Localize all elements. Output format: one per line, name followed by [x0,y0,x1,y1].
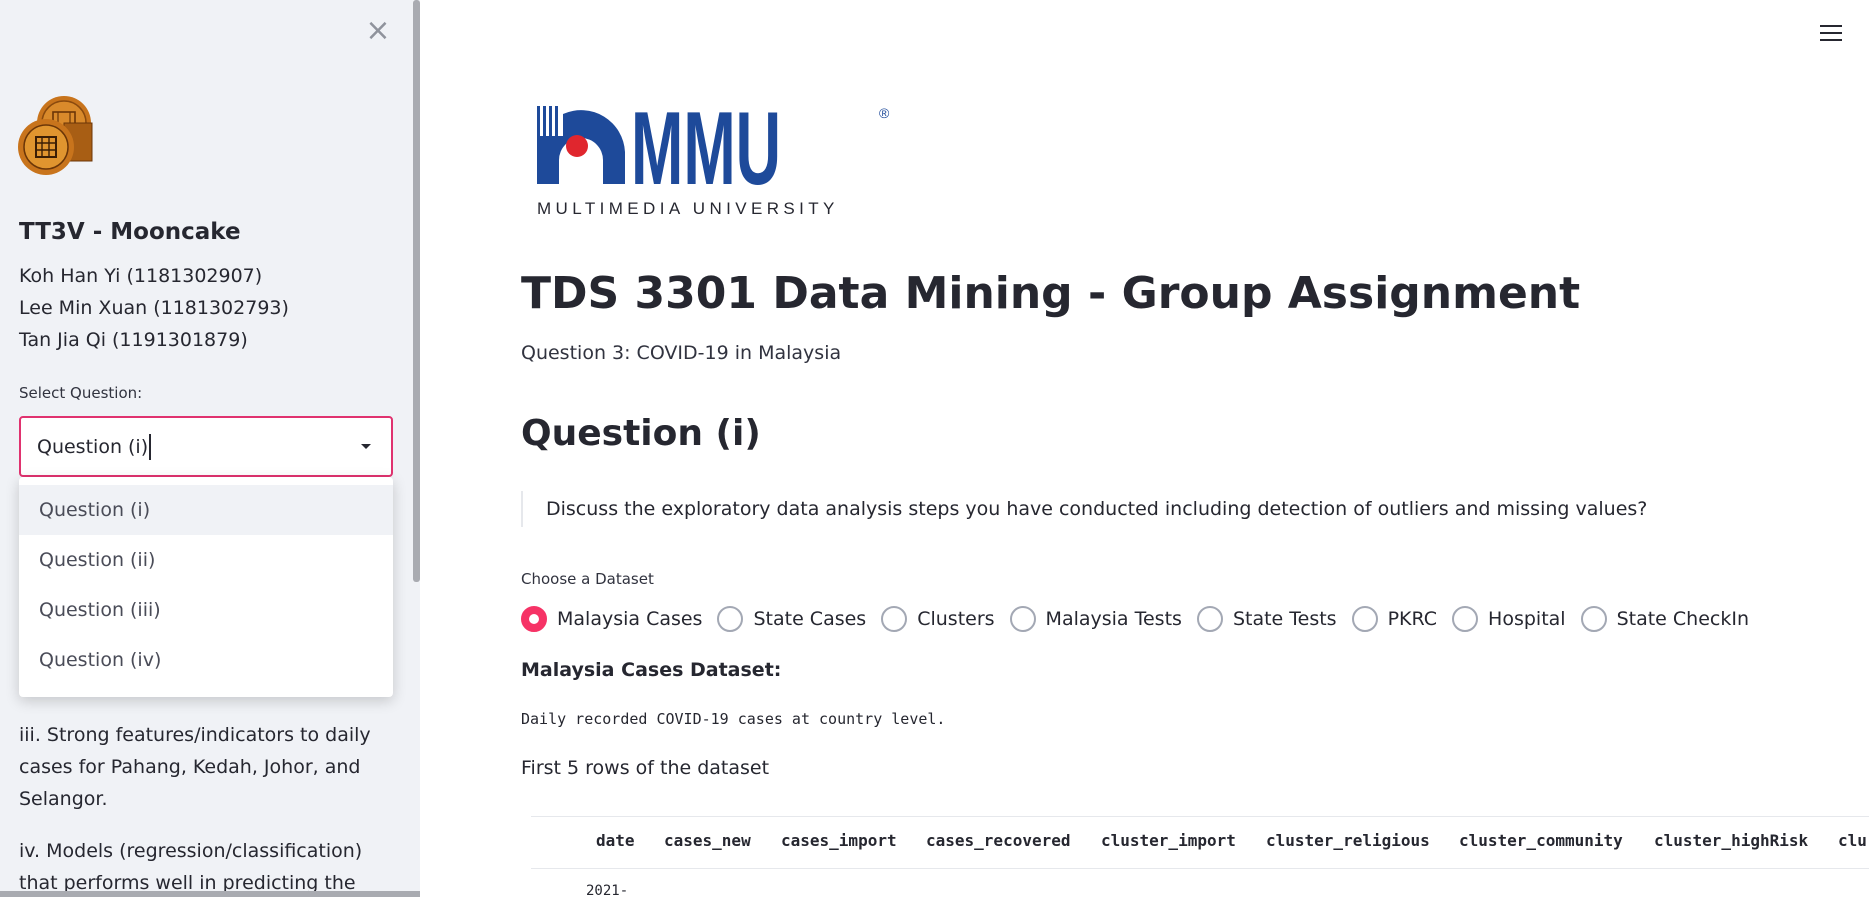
question-select[interactable]: Question (i) [19,416,393,477]
university-name: MULTIMEDIA UNIVERSITY [537,199,839,218]
radio-unchecked-icon[interactable] [1351,606,1378,632]
dataset-title: Malaysia Cases Dataset: [521,659,782,681]
member-1: Koh Han Yi (1181302907) [19,265,263,287]
select-question-label: Select Question: [19,384,143,402]
page-subtitle: Question 3: COVID-19 in Malaysia [521,342,842,364]
radio-clusters[interactable]: Clusters [881,606,995,632]
radio-label: State Cases [753,608,867,630]
radio-unchecked-icon[interactable] [1452,606,1479,632]
column-header: cluster_religious [1266,831,1430,850]
option-question-iii[interactable]: Question (iii) [19,585,393,635]
column-header: cluster_import [1101,831,1236,850]
column-header: cases_new [664,831,751,850]
question-iv-description: iv. Models (regression/classification) t… [19,840,363,894]
column-header: cases_import [781,831,897,850]
option-question-iv[interactable]: Question (iv) [19,635,393,685]
question-blockquote: Discuss the exploratory data analysis st… [521,491,1647,527]
hamburger-menu-icon[interactable] [1820,22,1842,44]
table-header-border [531,868,1869,869]
radio-state-checkin[interactable]: State CheckIn [1580,606,1750,632]
sidebar: × TT3V - Mooncake Koh Han Yi (1181302907… [0,0,420,897]
radio-pkrc[interactable]: PKRC [1351,606,1438,632]
radio-label: State Tests [1232,608,1337,630]
table-top-border [531,816,1869,817]
radio-label: Clusters [917,608,995,630]
radio-state-cases[interactable]: State Cases [717,606,866,632]
dataset-table[interactable]: date cases_new cases_import cases_recove… [531,816,1869,897]
table-cell: 2021- [586,883,629,897]
radio-unchecked-icon[interactable] [1580,606,1607,632]
group-name: TT3V - Mooncake [19,219,241,245]
question-dropdown-menu: Question (i) Question (ii) Question (iii… [19,477,393,697]
dataset-description: Daily recorded COVID-19 cases at country… [521,710,946,728]
close-sidebar-icon[interactable]: × [364,14,392,48]
question-select-value: Question (i) [37,435,149,458]
member-2: Lee Min Xuan (1181302793) [19,297,289,319]
mooncake-logo-icon [18,96,93,175]
column-header: date [596,831,635,850]
sidebar-vertical-scrollbar[interactable] [413,0,420,582]
rows-label: First 5 rows of the dataset [521,757,770,779]
question-iii-description: iii. Strong features/indicators to daily… [19,724,371,810]
column-header: cluster_highRisk [1654,831,1809,850]
column-header: cases_recovered [926,831,1071,850]
radio-label: Malaysia Tests [1045,608,1182,630]
radio-malaysia-cases[interactable]: Malaysia Cases [521,606,702,632]
mmu-logo-registered: ® [879,105,890,121]
column-header: clu [1838,831,1867,850]
member-3: Tan Jia Qi (1191301879) [19,329,248,351]
sidebar-horizontal-scrollbar[interactable] [0,891,420,897]
radio-label: Malaysia Cases [557,608,703,630]
page-title: TDS 3301 Data Mining - Group Assignment [521,268,1581,319]
option-question-i[interactable]: Question (i) [19,485,393,535]
question-heading: Question (i) [521,413,761,454]
column-header: cluster_community [1459,831,1623,850]
dataset-radio-group: Malaysia Cases State Cases Clusters Mala… [521,604,1764,634]
radio-checked-icon[interactable] [521,606,547,632]
radio-state-tests[interactable]: State Tests [1196,606,1337,632]
dataset-radio-label: Choose a Dataset [521,570,654,588]
radio-unchecked-icon[interactable] [1009,606,1036,632]
radio-unchecked-icon[interactable] [1196,606,1223,632]
question-text: Discuss the exploratory data analysis st… [546,498,1648,520]
radio-unchecked-icon[interactable] [881,606,908,632]
chevron-down-icon [361,444,371,449]
text-caret [149,433,152,460]
radio-label: PKRC [1387,608,1438,630]
option-question-ii[interactable]: Question (ii) [19,535,393,585]
radio-malaysia-tests[interactable]: Malaysia Tests [1009,606,1182,632]
radio-hospital[interactable]: Hospital [1452,606,1566,632]
radio-label: Hospital [1488,608,1566,630]
mmu-logo-letters: MMU [631,100,781,207]
radio-label: State CheckIn [1616,608,1750,630]
radio-unchecked-icon[interactable] [717,606,744,632]
mmu-logo: MMU ® MULTIMEDIA UNIVERSITY [537,100,890,218]
